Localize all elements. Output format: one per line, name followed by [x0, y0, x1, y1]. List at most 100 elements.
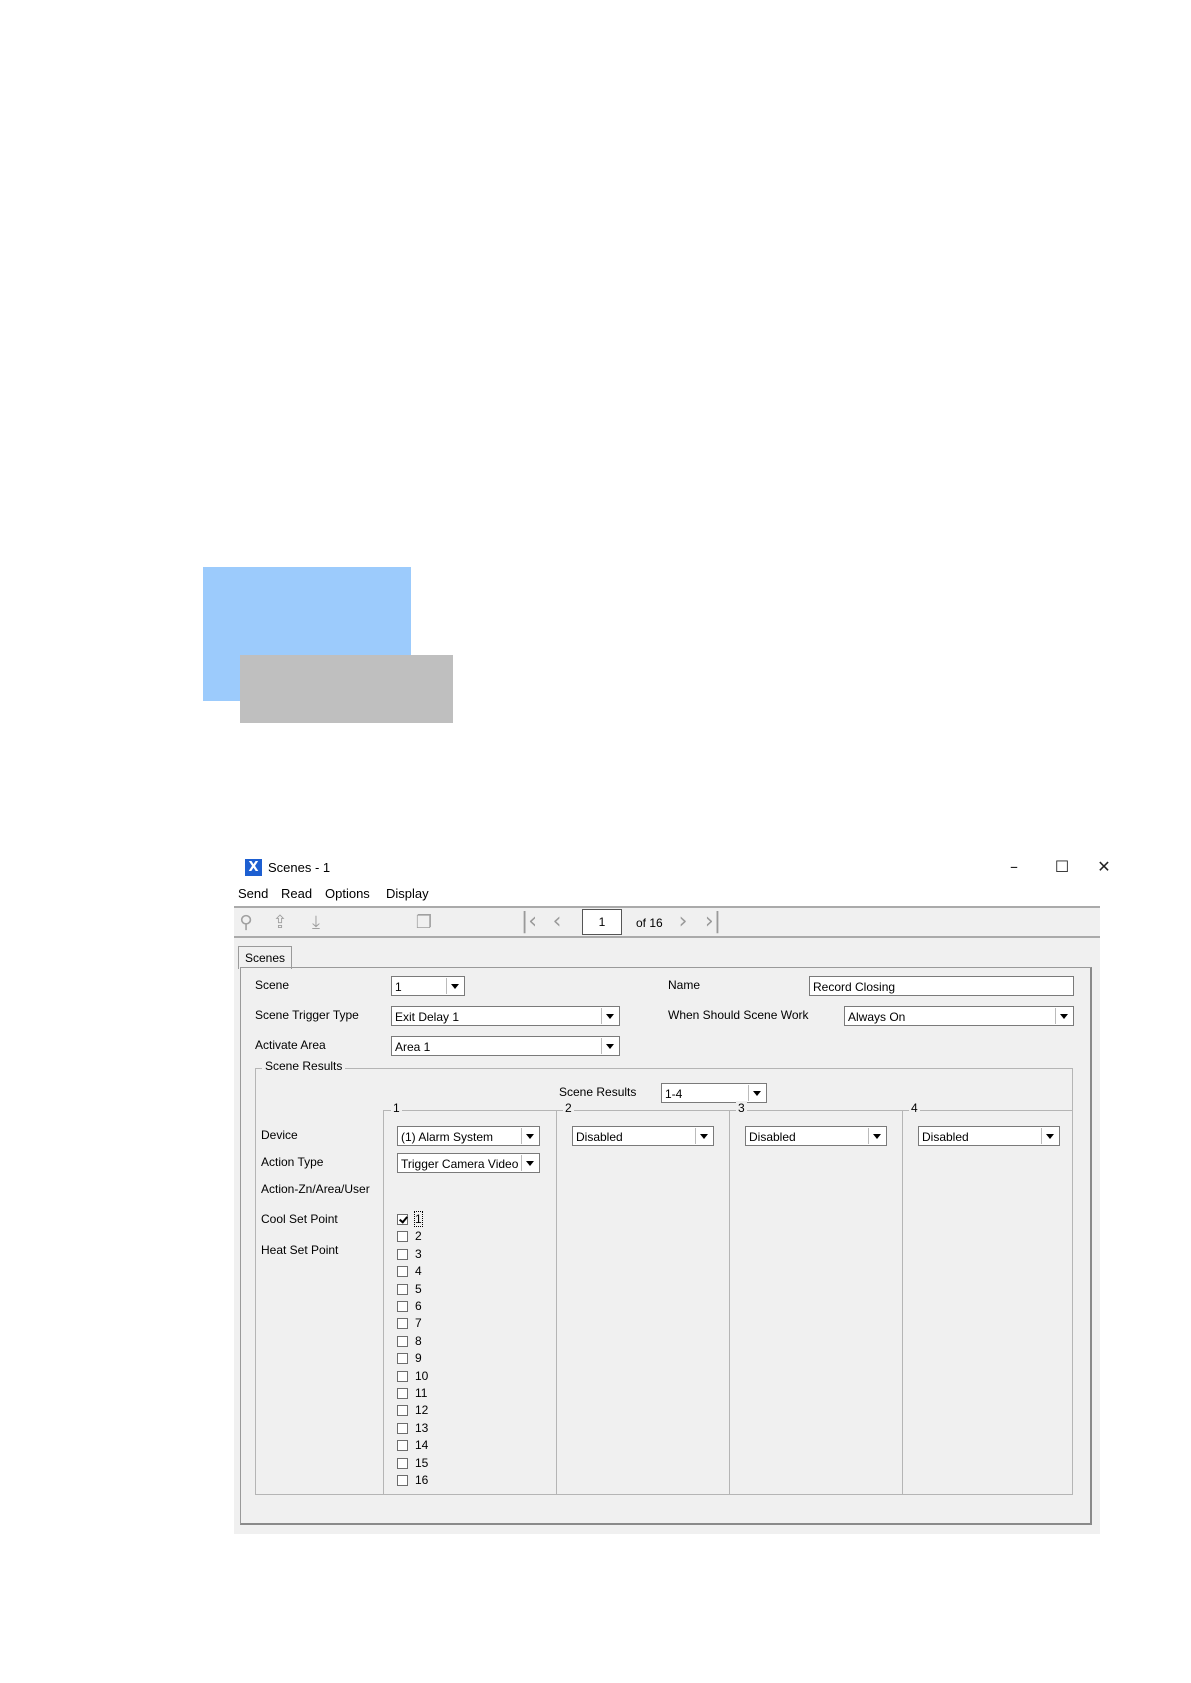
set-point-checkbox-label: 13 — [415, 1421, 429, 1435]
cool-set-point-label: Cool Set Point — [261, 1212, 338, 1226]
when-scene-work-value: Always On — [848, 1010, 906, 1024]
activate-area-value: Area 1 — [395, 1040, 431, 1054]
first-page-icon[interactable]: |‹ — [518, 909, 540, 935]
maximize-button[interactable]: ☐ — [1042, 854, 1082, 880]
result-column-4-number: 4 — [909, 1101, 920, 1115]
scene-results-selector-label: Scene Results — [559, 1085, 637, 1099]
column-1-device-select[interactable]: (1) Alarm System — [397, 1126, 540, 1146]
set-point-checkbox[interactable] — [397, 1231, 408, 1242]
chevron-down-icon — [695, 1128, 712, 1144]
result-column-3 — [729, 1110, 903, 1495]
set-point-checkbox[interactable] — [397, 1214, 408, 1225]
result-column-2-number: 2 — [563, 1101, 574, 1115]
set-point-checkbox-label: 7 — [415, 1316, 422, 1330]
result-column-4 — [902, 1110, 1073, 1495]
when-scene-work-select[interactable]: Always On — [844, 1006, 1074, 1026]
decorative-grey-block — [240, 655, 453, 723]
device-label: Device — [261, 1128, 298, 1142]
close-button[interactable]: ✕ — [1089, 854, 1119, 880]
set-point-checkbox[interactable] — [397, 1266, 408, 1277]
set-point-checkbox[interactable] — [397, 1318, 408, 1329]
scene-results-select[interactable]: 1-4 — [661, 1083, 767, 1103]
set-point-checkbox[interactable] — [397, 1458, 408, 1469]
trigger-type-select[interactable]: Exit Delay 1 — [391, 1006, 620, 1026]
chevron-down-icon — [1041, 1128, 1058, 1144]
when-scene-work-label: When Should Scene Work — [668, 1008, 809, 1022]
scene-select[interactable]: 1 — [391, 976, 465, 996]
chevron-down-icon — [521, 1155, 538, 1171]
menu-options[interactable]: Options — [325, 886, 370, 901]
column-4-device-value: Disabled — [922, 1130, 969, 1144]
chevron-down-icon — [748, 1085, 765, 1101]
set-point-checkbox[interactable] — [397, 1371, 408, 1382]
set-point-checkbox-label: 14 — [415, 1438, 429, 1452]
action-type-label: Action Type — [261, 1155, 324, 1169]
result-column-3-number: 3 — [736, 1101, 747, 1115]
column-1-action-type-select[interactable]: Trigger Camera Video Cl — [397, 1153, 540, 1173]
copy-icon[interactable]: ❐ — [412, 911, 436, 935]
set-point-checkbox-label: 8 — [415, 1334, 422, 1348]
set-point-checkbox[interactable] — [397, 1423, 408, 1434]
set-point-checkbox-label: 2 — [415, 1229, 422, 1243]
set-point-checkbox[interactable] — [397, 1249, 408, 1260]
name-field-value: Record Closing — [813, 980, 896, 994]
column-2-device-select[interactable]: Disabled — [572, 1126, 714, 1146]
tab-scenes[interactable]: Scenes — [238, 946, 293, 969]
action-target-label: Action-Zn/Area/User — [261, 1182, 370, 1196]
minimize-button[interactable]: – — [994, 854, 1034, 880]
set-point-checkbox[interactable] — [397, 1440, 408, 1451]
scene-results-value: 1-4 — [665, 1087, 683, 1101]
set-point-checkbox-label: 1 — [414, 1211, 423, 1227]
set-point-checkbox-label: 5 — [415, 1282, 422, 1296]
menu-display[interactable]: Display — [386, 886, 429, 901]
chevron-down-icon — [601, 1008, 618, 1024]
previous-page-icon[interactable]: ‹ — [546, 909, 568, 935]
set-point-checkbox[interactable] — [397, 1405, 408, 1416]
result-column-2 — [556, 1110, 730, 1495]
result-column-1-number: 1 — [391, 1101, 402, 1115]
chevron-down-icon — [601, 1038, 618, 1054]
set-point-checkbox[interactable] — [397, 1301, 408, 1312]
app-icon: X — [245, 859, 262, 876]
last-page-icon[interactable]: ›| — [702, 909, 724, 935]
set-point-checkbox-label: 10 — [415, 1369, 429, 1383]
column-3-device-select[interactable]: Disabled — [745, 1126, 887, 1146]
menu-send[interactable]: Send — [238, 886, 268, 901]
column-3-device-value: Disabled — [749, 1130, 796, 1144]
activate-area-label: Activate Area — [255, 1038, 326, 1052]
column-1-action-type-value: Trigger Camera Video Cl — [401, 1157, 521, 1171]
scene-label: Scene — [255, 978, 290, 992]
menu-read[interactable]: Read — [281, 886, 312, 901]
title-bar: X Scenes - 1 – ☐ ✕ — [234, 852, 1111, 882]
chevron-down-icon — [1055, 1008, 1072, 1024]
set-point-checkbox-label: 9 — [415, 1351, 422, 1365]
menu-bar: Send Read Options Display — [234, 882, 1100, 906]
set-point-checkbox[interactable] — [397, 1284, 408, 1295]
upload-icon[interactable]: ⇪ — [268, 911, 292, 935]
search-icon[interactable]: ⚲ — [234, 911, 258, 935]
set-point-checkbox-label: 12 — [415, 1403, 429, 1417]
scene-results-group-title: Scene Results — [262, 1059, 346, 1073]
column-2-device-value: Disabled — [576, 1130, 623, 1144]
name-field[interactable]: Record Closing — [809, 976, 1074, 996]
trigger-type-value: Exit Delay 1 — [395, 1010, 460, 1024]
chevron-down-icon — [521, 1128, 538, 1144]
set-point-checkbox[interactable] — [397, 1353, 408, 1364]
set-point-checkbox-label: 16 — [415, 1473, 429, 1487]
set-point-checkbox-label: 6 — [415, 1299, 422, 1313]
window-title: Scenes - 1 — [268, 860, 331, 875]
set-point-checkbox[interactable] — [397, 1388, 408, 1399]
download-icon[interactable]: ⤓ — [304, 911, 328, 935]
chevron-down-icon — [868, 1128, 885, 1144]
next-page-icon[interactable]: › — [672, 909, 694, 935]
name-label: Name — [668, 978, 701, 992]
column-4-device-select[interactable]: Disabled — [918, 1126, 1060, 1146]
page-count: of 16 — [636, 916, 663, 930]
column-1-device-value: (1) Alarm System — [401, 1130, 494, 1144]
set-point-checkbox[interactable] — [397, 1336, 408, 1347]
set-point-checkbox-label: 11 — [415, 1386, 428, 1400]
set-point-checkbox-label: 4 — [415, 1264, 422, 1278]
activate-area-select[interactable]: Area 1 — [391, 1036, 620, 1056]
page-number-input[interactable]: 1 — [582, 909, 622, 935]
set-point-checkbox[interactable] — [397, 1475, 408, 1486]
